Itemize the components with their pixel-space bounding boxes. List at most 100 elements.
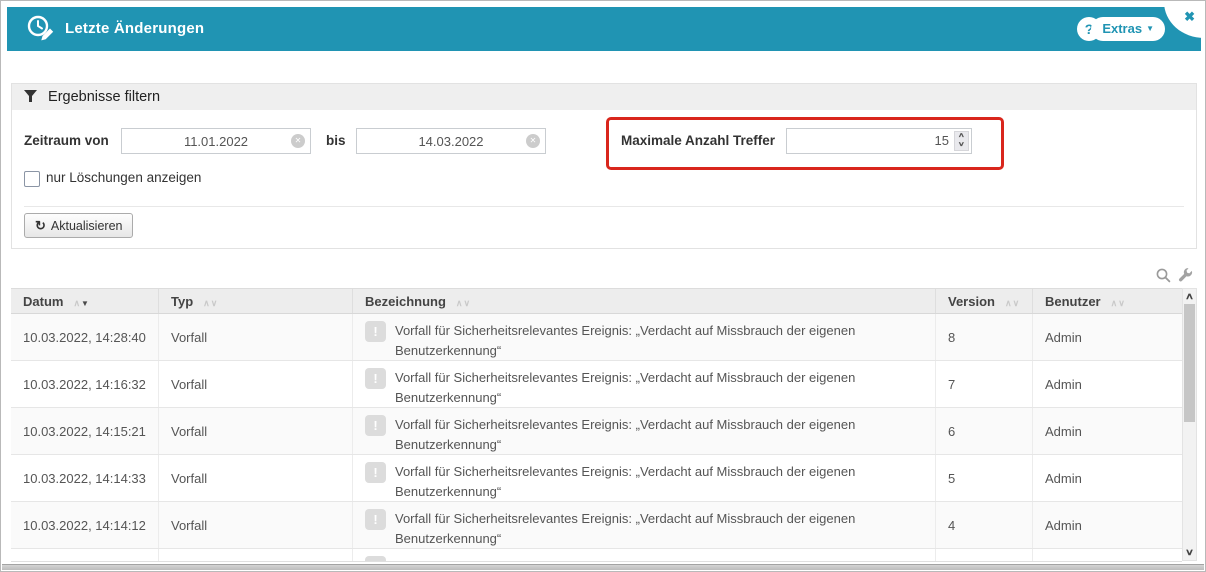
cell-bezeichnung: !Vorfall für Sicherheitsrelevantes Ereig…	[353, 502, 936, 548]
table-body: 10.03.2022, 14:28:40Vorfall!Vorfall für …	[11, 314, 1182, 562]
window-bottom-edge	[2, 564, 1204, 570]
table-row[interactable]: 10.03.2022, 14:28:40Vorfall!Vorfall für …	[11, 314, 1182, 361]
column-header-typ[interactable]: Typ ∧∨	[159, 289, 353, 313]
table-row[interactable]: 10.03.2022, 14:14:12Vorfall!Vorfall für …	[11, 502, 1182, 549]
bezeichnung-text: Vorfall für Sicherheitsrelevantes Ereign…	[395, 462, 923, 501]
refresh-icon: ↻	[35, 218, 46, 233]
max-results-value[interactable]: 15	[787, 129, 952, 153]
cell-bezeichnung: ! Vorfall für Sicherheitsrelevantes Ereig…	[353, 408, 936, 454]
filter-panel: Ergebnisse filtern Zeitraum von ✕ bis ✕ …	[11, 83, 1197, 249]
scrollbar-thumb[interactable]	[1184, 304, 1195, 422]
cell-version: 4	[936, 502, 1033, 548]
number-spinner[interactable]: ∧ ∨	[954, 131, 969, 151]
table-toolbar	[1155, 267, 1193, 288]
spinner-down-icon[interactable]: ∨	[958, 141, 965, 150]
clear-date-to-icon[interactable]: ✕	[526, 134, 540, 148]
cell-typ	[159, 549, 353, 561]
table-header-row: Datum∧▼Typ∧∨Bezeichnung∧∨Version∧∨Benutz…	[11, 288, 1182, 314]
date-to-field: ✕	[356, 128, 546, 154]
sort-asc-icon: ∧	[73, 298, 80, 308]
sort-desc-icon: ∨	[211, 298, 218, 308]
cell-benutzer: Admin	[1033, 314, 1182, 360]
date-from-input[interactable]	[122, 129, 310, 153]
sort-desc-icon: ∨	[1013, 298, 1020, 308]
search-icon[interactable]	[1155, 267, 1171, 288]
cell-datum: 10.03.2022, 14:14:33	[11, 455, 159, 501]
filter-funnel-icon	[24, 90, 37, 102]
bezeichnung-text: Vorfall für Sicherheitsrelevantes Ereign…	[395, 509, 923, 548]
bezeichnung-text: Vorfall für Sicherheitsrelevantes Ereign…	[395, 415, 923, 454]
sort-asc-icon: ∧	[456, 298, 463, 308]
alert-icon: !	[365, 415, 386, 436]
filter-section-title: Ergebnisse filtern	[48, 89, 160, 105]
vertical-scrollbar[interactable]: ∧ ∨	[1182, 288, 1197, 561]
cell-benutzer	[1033, 549, 1182, 561]
close-icon[interactable]: ✖	[1184, 9, 1195, 25]
column-header-datum[interactable]: Datum ∧▼	[11, 289, 159, 313]
sort-desc-icon: ∨	[1118, 298, 1125, 308]
max-results-field: 15 ∧ ∨	[786, 128, 972, 154]
alert-icon: !	[365, 321, 386, 342]
column-label: Benutzer	[1045, 294, 1101, 309]
sort-asc-icon: ∧	[203, 298, 210, 308]
cell-version: 8	[936, 314, 1033, 360]
column-label: Bezeichnung	[365, 294, 446, 309]
alert-icon: !	[365, 462, 386, 483]
cell-bezeichnung: ! Vorfall für Sicherheitsrelevantes Ereig…	[353, 455, 936, 501]
cell-datum: 10.03.2022, 14:28:40	[11, 314, 159, 360]
table-row-partial: !	[11, 549, 1182, 561]
column-header-benutzer[interactable]: Benutzer ∧∨	[1033, 289, 1182, 313]
date-from-field: ✕	[121, 128, 311, 154]
cell-benutzer: Admin	[1033, 408, 1182, 454]
scroll-down-icon[interactable]: ∨	[1180, 547, 1198, 558]
cell-datum: 10.03.2022, 14:16:32	[11, 361, 159, 407]
sort-asc-icon: ∧	[1111, 298, 1118, 308]
date-from-label: Zeitraum von	[24, 128, 109, 154]
cell-benutzer: Admin	[1033, 455, 1182, 501]
column-label: Version	[948, 294, 995, 309]
column-label: Datum	[23, 294, 63, 309]
cell-typ: Vorfall	[159, 314, 353, 360]
cell-datum: 10.03.2022, 14:15:21	[11, 408, 159, 454]
cell-datum: 10.03.2022, 14:14:12	[11, 502, 159, 548]
extras-button[interactable]: Extras▼	[1091, 17, 1165, 41]
filter-divider	[24, 206, 1184, 207]
cell-bezeichnung: ! Vorfall für Sicherheitsrelevantes Ereig…	[353, 361, 936, 407]
filter-section-header: Ergebnisse filtern	[12, 84, 1196, 110]
cell-bezeichnung: !Vorfall für Sicherheitsrelevantes Ereig…	[353, 314, 936, 360]
clear-date-from-icon[interactable]: ✕	[291, 134, 305, 148]
cell-version: 7	[936, 361, 1033, 407]
cell-datum	[11, 549, 159, 561]
deletions-only-checkbox[interactable]	[24, 171, 40, 187]
column-label: Typ	[171, 294, 193, 309]
cell-version: 6	[936, 408, 1033, 454]
cell-version: 5	[936, 455, 1033, 501]
column-header-bezeichnung[interactable]: Bezeichnung∧∨	[353, 289, 936, 313]
sort-desc-icon: ▼	[81, 299, 89, 308]
date-to-label: bis	[326, 128, 346, 154]
table-row[interactable]: 10.03.2022, 14:15:21Vorfall! Vorfall für …	[11, 408, 1182, 455]
recent-changes-icon	[25, 13, 57, 50]
wrench-icon[interactable]	[1178, 267, 1193, 288]
table-row[interactable]: 10.03.2022, 14:14:33Vorfall! Vorfall für …	[11, 455, 1182, 502]
alert-icon: !	[365, 556, 386, 561]
page-title: Letzte Änderungen	[65, 7, 204, 51]
column-header-version[interactable]: Version ∧∨	[936, 289, 1033, 313]
cell-benutzer: Admin	[1033, 361, 1182, 407]
bezeichnung-text: Vorfall für Sicherheitsrelevantes Ereign…	[395, 368, 923, 407]
alert-icon: !	[365, 368, 386, 389]
refresh-button[interactable]: ↻Aktualisieren	[24, 213, 133, 238]
deletions-only-label: nur Löschungen anzeigen	[46, 169, 201, 187]
sort-asc-icon: ∧	[1005, 298, 1012, 308]
cell-typ: Vorfall	[159, 502, 353, 548]
cell-typ: Vorfall	[159, 408, 353, 454]
max-results-label: Maximale Anzahl Treffer	[621, 128, 775, 154]
scroll-up-icon[interactable]: ∧	[1180, 291, 1198, 302]
cell-typ: Vorfall	[159, 455, 353, 501]
date-to-input[interactable]	[357, 129, 545, 153]
table-row[interactable]: 10.03.2022, 14:16:32Vorfall! Vorfall für …	[11, 361, 1182, 408]
chevron-down-icon: ▼	[1146, 24, 1154, 33]
cell-typ: Vorfall	[159, 361, 353, 407]
spinner-up-icon[interactable]: ∧	[958, 132, 965, 141]
cell-version	[936, 549, 1033, 561]
